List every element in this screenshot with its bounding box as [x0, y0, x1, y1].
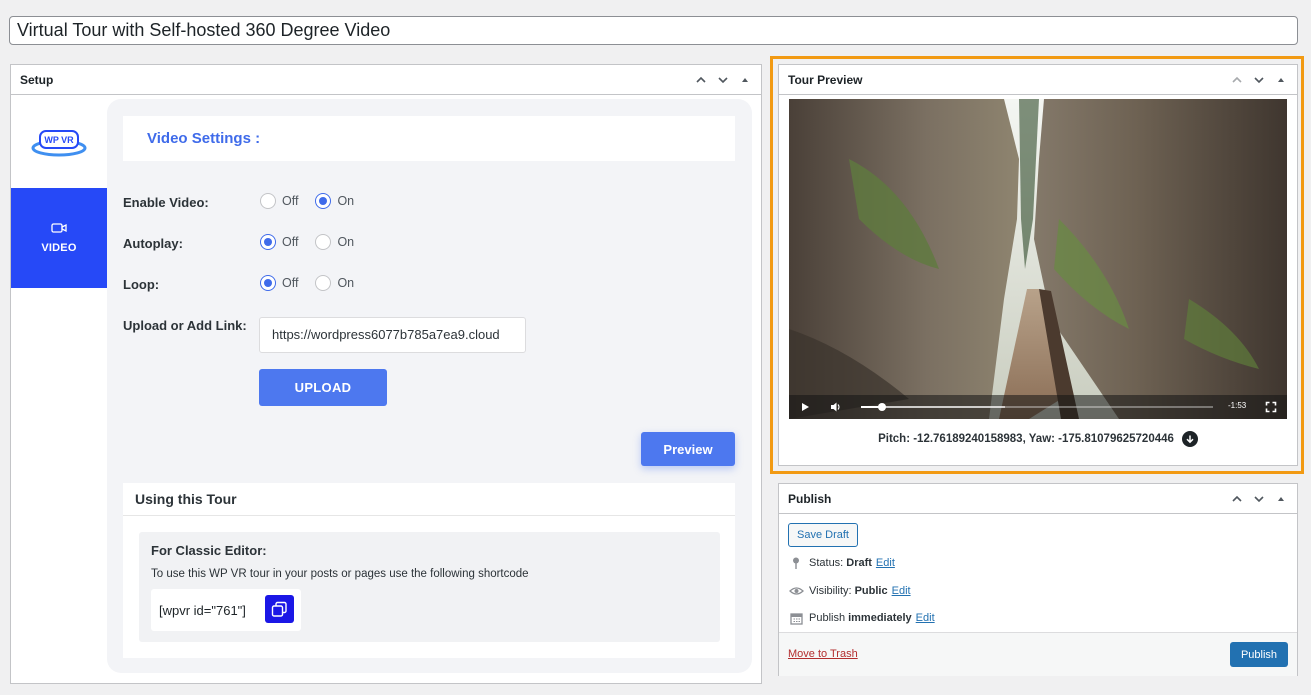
video-settings-header: Video Settings :: [123, 116, 735, 161]
setup-box: Setup WP VR VIDEO Video Settings : Enabl…: [10, 64, 762, 684]
setup-box-header: Setup: [11, 65, 761, 95]
publish-time-value: immediately: [848, 612, 912, 624]
radio-circle[interactable]: [260, 193, 276, 209]
logo-text: WP VR: [44, 135, 74, 145]
copy-icon: [271, 601, 287, 617]
visibility-row: Visibility: Public Edit: [788, 584, 911, 598]
chevron-up-icon[interactable]: [1229, 491, 1245, 507]
enable-video-label: Enable Video:: [123, 195, 209, 210]
radio-label: Off: [282, 276, 299, 290]
autoplay-radio-group: Off On: [260, 234, 371, 250]
save-draft-button[interactable]: Save Draft: [788, 523, 858, 547]
fullscreen-icon[interactable]: [1265, 401, 1277, 413]
loop-on-radio[interactable]: On: [315, 275, 354, 291]
pitch-yaw-text: Pitch: -12.76189240158983, Yaw: -175.810…: [878, 433, 1174, 445]
wpvr-logo: WP VR: [29, 124, 89, 160]
visibility-label: Visibility:: [809, 585, 852, 597]
publish-time-row: Publish immediately Edit: [788, 611, 935, 625]
autoplay-off-radio[interactable]: Off: [260, 234, 298, 250]
video-controls-bar: -1:53: [789, 395, 1287, 419]
radio-label: Off: [282, 235, 299, 249]
tour-video-player[interactable]: -1:53: [789, 99, 1287, 419]
enable-video-radio-group: Off On: [260, 193, 371, 209]
tab-video-label: VIDEO: [41, 242, 77, 254]
volume-icon[interactable]: [830, 401, 842, 413]
autoplay-label: Autoplay:: [123, 236, 183, 251]
video-camera-icon: [51, 223, 67, 233]
tour-preview-box: Tour Preview -1:53 Pitch: -12.7618924015…: [778, 64, 1298, 466]
publish-header: Publish: [779, 484, 1297, 514]
radio-circle[interactable]: [315, 193, 332, 209]
publish-handle-actions: [1229, 491, 1289, 507]
using-this-tour-title: Using this Tour: [123, 483, 735, 516]
chevron-down-icon[interactable]: [1251, 491, 1267, 507]
loop-off-radio[interactable]: Off: [260, 275, 298, 291]
classic-editor-heading: For Classic Editor:: [151, 543, 267, 558]
video-progress-knob[interactable]: [878, 403, 887, 411]
chevron-up-icon[interactable]: [693, 72, 709, 88]
move-to-trash-link[interactable]: Move to Trash: [788, 648, 858, 660]
chevron-down-icon[interactable]: [1251, 72, 1267, 88]
radio-label: On: [337, 276, 355, 290]
eye-icon: [788, 584, 804, 598]
tour-handle-actions: [1229, 72, 1289, 88]
radio-circle[interactable]: [315, 234, 332, 250]
radio-circle[interactable]: [260, 275, 276, 291]
loop-label: Loop:: [123, 277, 160, 292]
pin-icon: [788, 556, 804, 570]
post-title-input[interactable]: Virtual Tour with Self-hosted 360 Degree…: [9, 16, 1298, 45]
copy-shortcode-button[interactable]: [265, 595, 294, 623]
shortcode-text: [wpvr id="761"]: [159, 602, 246, 618]
radio-label: On: [337, 235, 355, 249]
enable-video-on-radio[interactable]: On: [315, 193, 354, 209]
chevron-up-icon[interactable]: [1229, 72, 1245, 88]
play-icon[interactable]: [799, 401, 811, 413]
video-time-remaining: -1:53: [1228, 401, 1247, 410]
radio-label: Off: [282, 194, 299, 208]
chevron-down-icon[interactable]: [715, 72, 731, 88]
enable-video-off-radio[interactable]: Off: [260, 193, 298, 209]
autoplay-on-radio[interactable]: On: [315, 234, 354, 250]
status-value: Draft: [846, 557, 872, 569]
video-link-input[interactable]: https://wordpress6077b785a7ea9.cloud: [259, 317, 526, 353]
edit-status-link[interactable]: Edit: [876, 557, 895, 569]
preview-button[interactable]: Preview: [641, 432, 735, 466]
status-label: Status:: [809, 557, 844, 569]
visibility-value: Public: [854, 585, 888, 597]
shortcode-box: [wpvr id="761"]: [151, 589, 301, 631]
publish-time-label: Publish: [809, 612, 846, 624]
publish-button[interactable]: Publish: [1230, 642, 1288, 667]
edit-visibility-link[interactable]: Edit: [892, 585, 911, 597]
setup-handle-actions: [693, 72, 753, 88]
canyon-video-frame: [789, 99, 1287, 419]
video-settings-title: Video Settings :: [147, 130, 261, 147]
triangle-up-icon[interactable]: [1273, 491, 1289, 507]
tab-video[interactable]: VIDEO: [11, 188, 107, 288]
upload-label: Upload or Add Link:: [123, 318, 247, 333]
radio-label: On: [337, 194, 355, 208]
video-progress-track[interactable]: [861, 403, 1213, 411]
video-settings-panel: Video Settings : Enable Video: Off On Au…: [107, 99, 752, 673]
triangle-up-icon[interactable]: [737, 72, 753, 88]
setup-box-title: Setup: [20, 72, 54, 87]
classic-editor-text: To use this WP VR tour in your posts or …: [151, 568, 529, 580]
calendar-icon: [788, 611, 804, 625]
status-row: Status: Draft Edit: [788, 556, 895, 570]
edit-publish-time-link[interactable]: Edit: [916, 612, 935, 624]
radio-circle[interactable]: [260, 234, 276, 250]
radio-circle[interactable]: [315, 275, 332, 291]
download-arrow-icon[interactable]: [1181, 431, 1198, 447]
loop-radio-group: Off On: [260, 275, 371, 291]
tour-preview-header: Tour Preview: [779, 65, 1297, 95]
pitch-yaw-row: Pitch: -12.76189240158983, Yaw: -175.810…: [779, 431, 1297, 447]
publish-title: Publish: [788, 491, 832, 506]
classic-editor-section: For Classic Editor: To use this WP VR to…: [139, 532, 720, 642]
setup-side-nav: WP VR VIDEO: [11, 96, 107, 683]
upload-button[interactable]: UPLOAD: [259, 369, 387, 406]
tour-preview-title: Tour Preview: [788, 72, 863, 87]
publish-box: Publish Save Draft Status: Draft Edit Vi…: [778, 483, 1298, 676]
triangle-up-icon[interactable]: [1273, 72, 1289, 88]
using-this-tour-box: Using this Tour For Classic Editor: To u…: [123, 483, 735, 658]
publish-major-actions: Move to Trash Publish: [779, 632, 1297, 676]
